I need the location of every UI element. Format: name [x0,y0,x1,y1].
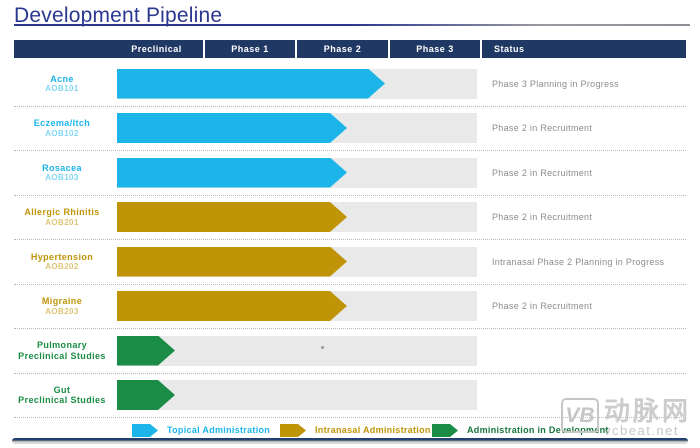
title-underline [14,24,690,26]
progress-arrow [117,113,347,143]
legend-label-intranasal: Intranasal Administration [315,424,431,437]
status-text: Phase 3 Planning in Progress [492,62,619,106]
watermark: VB 动脉网 vcbeat.net [561,398,691,438]
pipeline-rows: Acne AOB101 Phase 3 Planning in Progress… [14,62,686,418]
pipeline-row: Allergic Rhinitis AOB201 Phase 2 in Recr… [14,196,686,241]
stray-dot-artifact [321,346,324,349]
program-code: AOB102 [45,129,79,138]
status-text: Phase 2 in Recruitment [492,196,592,240]
program-label: Allergic Rhinitis AOB201 [14,196,110,240]
watermark-text: 动脉网 vcbeat.net [604,398,691,438]
table-header-row: Preclinical Phase 1 Phase 2 Phase 3 Stat… [14,40,686,58]
pipeline-row: Pulmonary Preclinical Studies [14,329,686,374]
legend-label-topical: Topical Administration [167,424,270,437]
column-header-phase3: Phase 3 [388,40,480,58]
program-code: AOB203 [45,307,79,316]
program-label: Rosacea AOB103 [14,151,110,195]
program-code: AOB101 [45,84,79,93]
program-code: AOB103 [45,173,79,182]
column-header-phase2: Phase 2 [295,40,388,58]
program-name: Gut [54,385,71,395]
phase-track [117,202,477,232]
phase-track [117,336,477,366]
pipeline-row: Migraine AOB203 Phase 2 in Recruitment [14,285,686,330]
program-label: Gut Preclinical Studies [14,374,110,418]
progress-arrow [117,291,347,321]
development-arrow-icon [432,424,458,437]
status-text: Phase 2 in Recruitment [492,151,592,195]
pipeline-table: Preclinical Phase 1 Phase 2 Phase 3 Stat… [14,40,686,418]
program-name: Rosacea [42,163,82,173]
program-name-line2: Preclinical Studies [18,395,106,405]
program-code: AOB201 [45,218,79,227]
phase-track [117,69,477,99]
program-name-line2: Preclinical Studies [18,351,106,361]
pipeline-row: Eczema/Itch AOB102 Phase 2 in Recruitmen… [14,107,686,152]
phase-track [117,158,477,188]
progress-arrow [117,247,347,277]
program-name: Migraine [42,296,82,306]
program-name: Eczema/Itch [34,118,90,128]
bottom-divider-bar [12,438,688,444]
header-spacer-cell [14,40,110,58]
watermark-name: 动脉网 [604,398,691,424]
slide-canvas: Development Pipeline Preclinical Phase 1… [0,0,700,448]
column-header-phase1: Phase 1 [203,40,295,58]
program-code: AOB202 [45,262,79,271]
status-text: Phase 2 in Recruitment [492,285,592,329]
program-name: Acne [50,74,74,84]
program-label: Hypertension AOB202 [14,240,110,284]
progress-arrow [117,380,175,410]
progress-arrow [117,336,175,366]
pipeline-row: Hypertension AOB202 Intranasal Phase 2 P… [14,240,686,285]
pipeline-row: Rosacea AOB103 Phase 2 in Recruitment [14,151,686,196]
program-label: Eczema/Itch AOB102 [14,107,110,151]
phase-track [117,247,477,277]
status-text: Phase 2 in Recruitment [492,107,592,151]
column-header-preclinical: Preclinical [110,40,203,58]
program-label: Acne AOB101 [14,62,110,106]
progress-arrow [117,158,347,188]
program-name: Allergic Rhinitis [24,207,99,217]
column-header-status: Status [480,40,686,58]
pipeline-row: Acne AOB101 Phase 3 Planning in Progress [14,62,686,107]
program-label: Migraine AOB203 [14,285,110,329]
program-name: Pulmonary [37,340,87,350]
watermark-site: vcbeat.net [604,424,691,438]
legend-item-topical: Topical Administration [132,424,270,437]
intranasal-arrow-icon [280,424,306,437]
topical-arrow-icon [132,424,158,437]
phase-track [117,113,477,143]
progress-arrow [117,202,347,232]
program-label: Pulmonary Preclinical Studies [14,329,110,373]
phase-track [117,291,477,321]
phase-track [117,380,477,410]
vcbeat-logo-icon: VB [561,398,599,433]
progress-arrow [117,69,385,99]
status-text: Intranasal Phase 2 Planning in Progress [492,240,664,284]
program-name: Hypertension [31,252,93,262]
legend-item-intranasal: Intranasal Administration [280,424,431,437]
